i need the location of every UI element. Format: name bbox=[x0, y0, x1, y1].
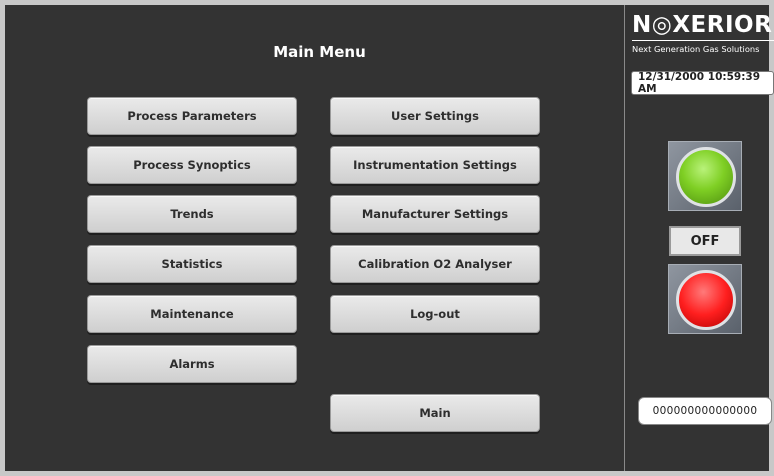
logo-tagline: Next Generation Gas Solutions bbox=[632, 44, 760, 54]
alarms-button[interactable]: Alarms bbox=[87, 345, 297, 383]
stop-lamp-frame[interactable] bbox=[668, 264, 742, 334]
process-parameters-button[interactable]: Process Parameters bbox=[87, 97, 297, 135]
datetime-display: 12/31/2000 10:59:39 AM bbox=[631, 71, 774, 95]
process-synoptics-button[interactable]: Process Synoptics bbox=[87, 146, 297, 184]
page-title: Main Menu bbox=[273, 43, 366, 61]
instrumentation-settings-button[interactable]: Instrumentation Settings bbox=[330, 146, 540, 184]
calibration-o2-analyser-button[interactable]: Calibration O2 Analyser bbox=[330, 245, 540, 283]
main-button[interactable]: Main bbox=[330, 394, 540, 432]
logo-underline bbox=[632, 40, 774, 41]
logo-text: N◎XERIOR bbox=[632, 12, 773, 38]
log-out-button[interactable]: Log-out bbox=[330, 295, 540, 333]
start-lamp-frame[interactable] bbox=[668, 141, 742, 211]
user-settings-button[interactable]: User Settings bbox=[330, 97, 540, 135]
statistics-button[interactable]: Statistics bbox=[87, 245, 297, 283]
status-indicator: OFF bbox=[669, 226, 741, 256]
noxerior-logo: N◎XERIOR Next Generation Gas Solutions bbox=[632, 12, 774, 58]
counter-display: 000000000000000 bbox=[638, 397, 772, 425]
maintenance-button[interactable]: Maintenance bbox=[87, 295, 297, 333]
red-indicator-light[interactable] bbox=[676, 270, 736, 330]
manufacturer-settings-button[interactable]: Manufacturer Settings bbox=[330, 195, 540, 233]
trends-button[interactable]: Trends bbox=[87, 195, 297, 233]
green-indicator-light[interactable] bbox=[676, 147, 736, 207]
